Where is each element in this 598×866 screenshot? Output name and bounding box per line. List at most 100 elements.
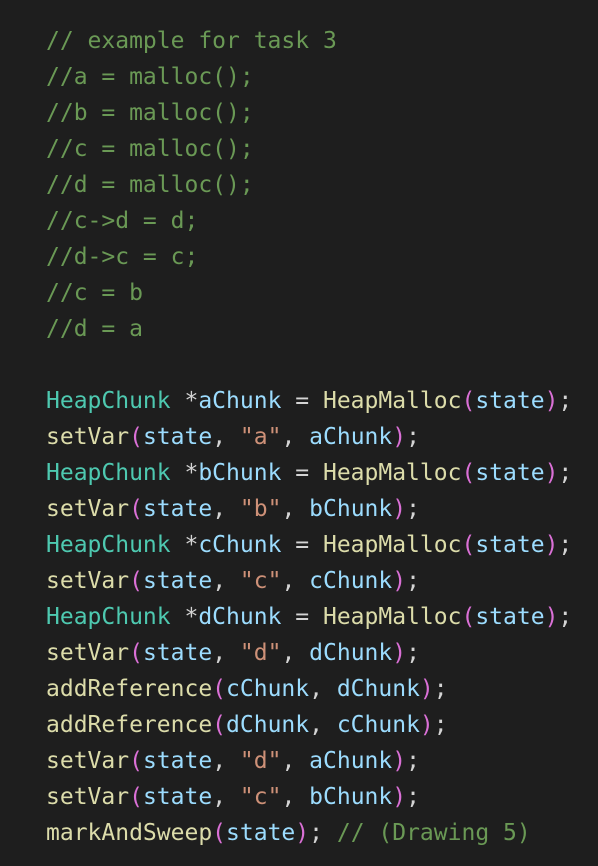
code-token-paren: )	[392, 496, 407, 522]
code-line: HeapChunk *dChunk = HeapMalloc(state);	[46, 599, 598, 635]
code-token-func: HeapMalloc	[322, 532, 462, 558]
code-token-type: HeapChunk	[46, 604, 171, 630]
code-token-var: dChunk	[309, 640, 393, 666]
code-token-str: "b"	[239, 496, 282, 522]
code-line: //c = malloc();	[46, 131, 598, 167]
code-line: setVar(state, "b", bChunk);	[46, 491, 598, 527]
code-token-var: state	[475, 460, 545, 486]
code-token-comment: //d = malloc();	[46, 172, 254, 198]
code-token-type: HeapChunk	[46, 460, 171, 486]
code-token-comment: // example for task 3	[46, 28, 337, 54]
code-line: HeapChunk *aChunk = HeapMalloc(state);	[46, 383, 598, 419]
code-token-func: setVar	[46, 568, 130, 594]
code-token-punc: *	[170, 604, 199, 630]
code-line: setVar(state, "d", dChunk);	[46, 635, 598, 671]
code-token-var: state	[475, 604, 545, 630]
code-token-type: HeapChunk	[46, 388, 171, 414]
code-token-punc: ;	[406, 784, 420, 810]
code-token-func: setVar	[46, 784, 130, 810]
code-token-type: HeapChunk	[46, 532, 171, 558]
code-token-comment: //d = a	[46, 316, 143, 342]
code-token-paren: (	[129, 640, 143, 666]
code-token-punc: ,	[309, 712, 337, 738]
code-token-punc: *	[170, 460, 199, 486]
code-token-var: aChunk	[309, 424, 393, 450]
code-token-func: HeapMalloc	[322, 604, 462, 630]
code-line: setVar(state, "c", cChunk);	[46, 563, 598, 599]
code-line: markAndSweep(state); // (Drawing 5)	[46, 815, 598, 851]
code-token-var: state	[226, 820, 296, 846]
code-token-punc: ,	[281, 748, 310, 774]
code-token-var: aChunk	[309, 748, 393, 774]
code-token-punc: *	[170, 532, 199, 558]
code-token-var: state	[475, 388, 545, 414]
code-token-paren: )	[392, 640, 407, 666]
code-line: addReference(cChunk, dChunk);	[46, 671, 598, 707]
code-token-paren: )	[544, 532, 559, 558]
code-token-punc: =	[281, 388, 323, 414]
code-token-punc: ;	[406, 748, 420, 774]
code-token-paren: )	[544, 388, 559, 414]
code-token-var: aChunk	[198, 388, 282, 414]
code-token-punc: ,	[309, 676, 337, 702]
code-line: //d = a	[46, 311, 598, 347]
code-token-var: dChunk	[226, 712, 310, 738]
code-token-str: "d"	[239, 640, 282, 666]
code-token-punc: =	[281, 532, 323, 558]
code-token-punc: ;	[406, 424, 420, 450]
code-line: //d->c = c;	[46, 239, 598, 275]
code-token-paren: (	[129, 784, 143, 810]
code-token-func: setVar	[46, 496, 130, 522]
code-token-func: setVar	[46, 748, 130, 774]
code-token-var: state	[142, 424, 213, 450]
code-line: //c->d = d;	[46, 203, 598, 239]
code-token-paren: )	[544, 460, 559, 486]
code-line: //d = malloc();	[46, 167, 598, 203]
code-line: //b = malloc();	[46, 95, 598, 131]
code-token-paren: (	[461, 532, 476, 558]
code-token-var: bChunk	[309, 784, 393, 810]
code-editor[interactable]: // example for task 3 //a = malloc(); //b …	[0, 0, 598, 866]
code-token-comment: //d->c = c;	[46, 244, 199, 270]
code-token-punc: ;	[433, 676, 448, 702]
code-line: // example for task 3	[46, 23, 598, 59]
code-token-punc: ;	[406, 640, 420, 666]
code-token-var: state	[475, 532, 545, 558]
code-line: //c = b	[46, 275, 598, 311]
code-token-punc: ,	[281, 496, 310, 522]
code-token-var: cChunk	[309, 568, 393, 594]
code-line: HeapChunk *bChunk = HeapMalloc(state);	[46, 455, 598, 491]
code-token-func: setVar	[46, 640, 130, 666]
code-token-var: state	[142, 496, 213, 522]
code-token-paren: (	[212, 820, 227, 846]
code-token-func: setVar	[46, 424, 130, 450]
code-token-paren: (	[461, 604, 476, 630]
code-token-paren: (	[212, 712, 227, 738]
code-token-paren: )	[392, 568, 407, 594]
code-token-func: addReference	[46, 712, 213, 738]
code-token-var: dChunk	[336, 676, 420, 702]
code-token-punc: ,	[281, 784, 310, 810]
code-token-var: cChunk	[226, 676, 310, 702]
code-token-var: cChunk	[198, 532, 282, 558]
code-token-str: "c"	[239, 568, 282, 594]
code-token-punc: =	[281, 460, 323, 486]
code-token-func: markAndSweep	[46, 820, 213, 846]
code-token-punc: ,	[281, 640, 310, 666]
code-token-paren: (	[129, 424, 143, 450]
code-token-comment: //c = malloc();	[46, 136, 254, 162]
code-token-comment: //c = b	[46, 280, 143, 306]
code-token-paren: )	[419, 676, 434, 702]
code-line: HeapChunk *cChunk = HeapMalloc(state);	[46, 527, 598, 563]
code-token-punc: ,	[212, 424, 240, 450]
code-token-var: state	[142, 568, 213, 594]
code-token-punc: ;	[558, 532, 573, 558]
code-token-paren: (	[129, 568, 143, 594]
code-token-var: state	[142, 748, 213, 774]
code-token-punc: ,	[212, 748, 240, 774]
code-token-punc: ,	[212, 640, 240, 666]
code-line: setVar(state, "c", bChunk);	[46, 779, 598, 815]
code-token-comment: //a = malloc();	[46, 64, 254, 90]
code-token-comment: // (Drawing 5)	[336, 820, 531, 846]
